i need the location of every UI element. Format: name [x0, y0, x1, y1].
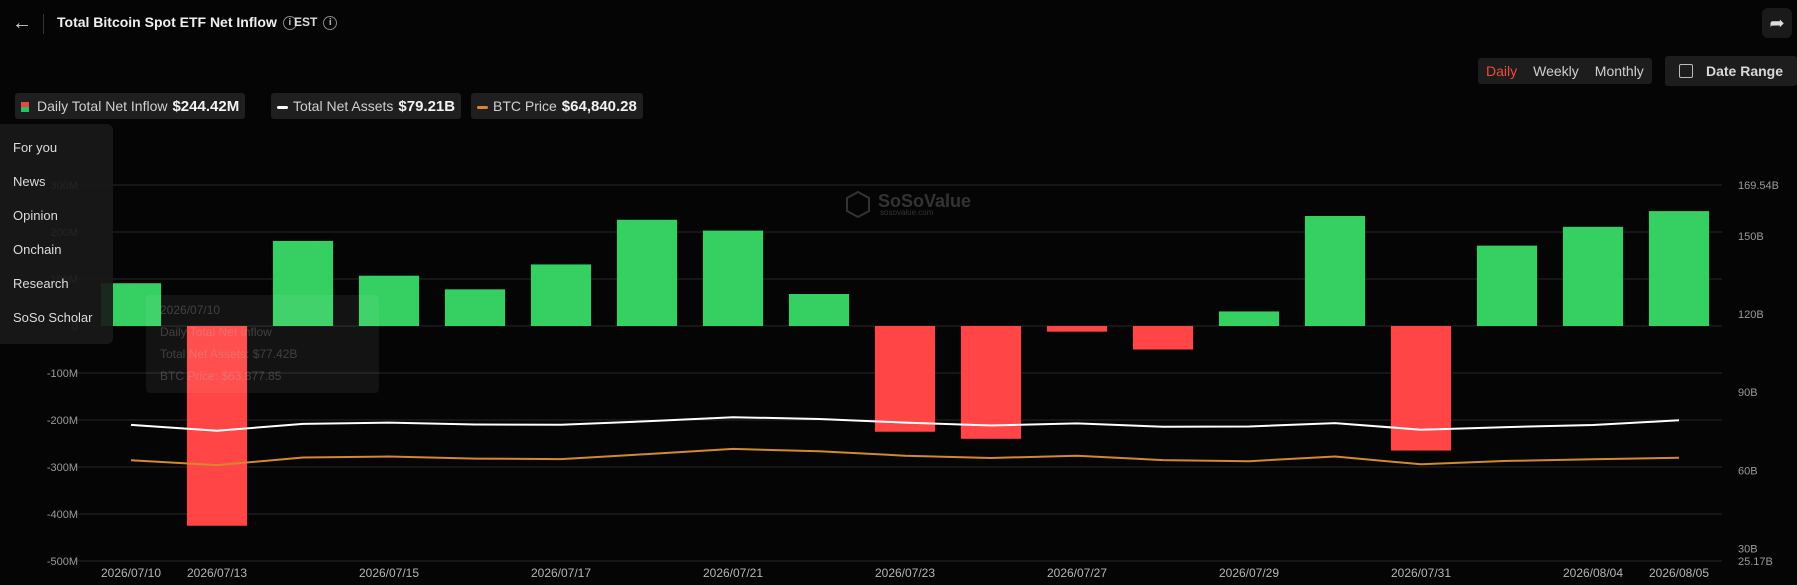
- y-left-tick-label: -300M: [47, 462, 78, 474]
- tooltip-row: Daily Total Net Inflow: [160, 325, 272, 339]
- inflow-bar: [616, 219, 678, 326]
- inflow-bar: [702, 230, 764, 326]
- side-menu-item-onchain[interactable]: Onchain: [13, 242, 61, 257]
- inflow-bar: [1046, 326, 1108, 332]
- inflow-bar: [530, 264, 592, 326]
- x-tick-label: 2026/08/04: [1563, 566, 1623, 580]
- inflow-bar: [444, 289, 506, 326]
- y-left-tick-label: -200M: [47, 415, 78, 427]
- x-tick-label: 2026/07/17: [531, 566, 591, 580]
- tooltip-row: BTC Price: $63,877.85: [160, 369, 282, 383]
- y-right-tick-label: 90B: [1738, 387, 1758, 399]
- x-tick-label: 2026/07/13: [187, 566, 247, 580]
- y-right-tick-label: 169.54B: [1738, 180, 1779, 192]
- watermark-url: sosovalue.com: [880, 208, 934, 217]
- tooltip-ghost: 2026/07/10 Daily Total Net Inflow Total …: [146, 295, 379, 393]
- inflow-bar: [788, 294, 850, 326]
- sosovalue-watermark: SoSoValue sosovalue.com: [846, 190, 971, 219]
- btc-price-line: [130, 447, 1680, 467]
- net-inflow-chart[interactable]: SoSoValue sosovalue.com 300M200M100M0-10…: [0, 0, 1797, 585]
- y-left-tick-label: -400M: [47, 509, 78, 521]
- inflow-bar: [1562, 226, 1624, 326]
- x-tick-label: 2026/07/15: [359, 566, 419, 580]
- y-right-tick-label: 30B: [1738, 543, 1758, 555]
- x-tick-label: 2026/08/05: [1649, 566, 1709, 580]
- x-tick-label: 2026/07/21: [703, 566, 763, 580]
- x-tick-label: 2026/07/10: [101, 566, 161, 580]
- x-tick-label: 2026/07/23: [875, 566, 935, 580]
- inflow-bar: [1304, 216, 1366, 326]
- y-right-tick-label: 25.17B: [1738, 556, 1773, 568]
- inflow-bar: [874, 326, 936, 432]
- tooltip-row: Total Net Assets: $77.42B: [160, 347, 298, 361]
- y-right-tick-label: 150B: [1738, 231, 1764, 243]
- x-tick-label: 2026/07/27: [1047, 566, 1107, 580]
- inflow-bar: [1390, 326, 1452, 451]
- inflow-bar: [1476, 245, 1538, 326]
- side-menu-item-opinion[interactable]: Opinion: [13, 208, 58, 223]
- y-right-tick-label: 60B: [1738, 465, 1758, 477]
- inflow-bar: [960, 326, 1022, 439]
- side-menu: For you News Opinion Onchain Research So…: [0, 124, 113, 344]
- inflow-bar: [1132, 326, 1194, 350]
- inflow-bar: [1218, 311, 1280, 326]
- y-left-tick-label: -500M: [47, 556, 78, 568]
- side-menu-item-soso-scholar[interactable]: SoSo Scholar: [13, 310, 93, 325]
- tooltip-date: 2026/07/10: [160, 303, 221, 317]
- inflow-bar: [1648, 211, 1710, 326]
- side-menu-item-for-you[interactable]: For you: [13, 140, 57, 155]
- x-tick-label: 2026/07/29: [1219, 566, 1279, 580]
- y-left-tick-label: -100M: [47, 368, 78, 380]
- side-menu-item-news[interactable]: News: [13, 174, 46, 189]
- x-tick-label: 2026/07/31: [1391, 566, 1451, 580]
- y-right-tick-label: 120B: [1738, 309, 1764, 321]
- side-menu-item-research[interactable]: Research: [13, 276, 69, 291]
